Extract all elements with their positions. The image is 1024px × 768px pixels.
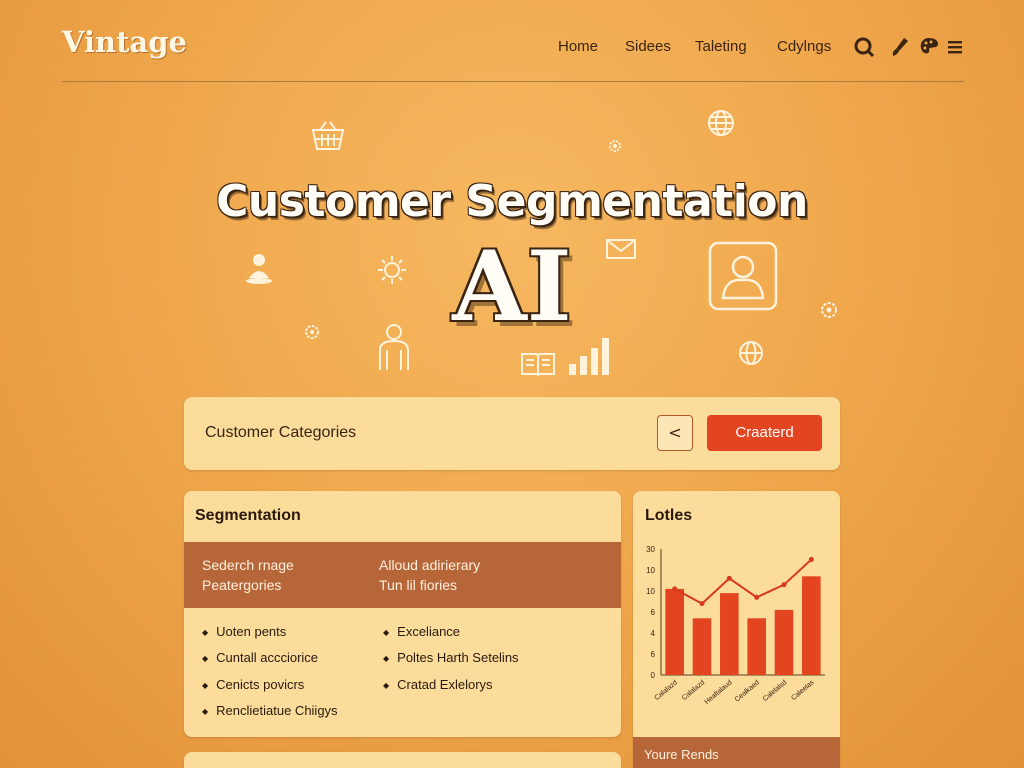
logo[interactable]: Vintage <box>62 25 187 59</box>
create-button[interactable]: Craaterd <box>707 415 822 451</box>
chart-footer-label: Youre Rends <box>644 747 719 762</box>
y-tick-label: 0 <box>651 671 656 680</box>
y-tick-label: 10 <box>646 587 655 596</box>
band-text: Sederch rnage <box>202 557 294 573</box>
nav-home[interactable]: Home <box>558 38 598 58</box>
trend-point <box>672 586 678 592</box>
search-icon[interactable] <box>853 36 875 58</box>
y-tick-label: 30 <box>646 545 655 554</box>
x-tick-label: Calalazd <box>681 679 706 702</box>
list-item[interactable]: Cuntall accciorice <box>202 650 318 665</box>
band-text: Peatergories <box>202 577 282 593</box>
globe-icon <box>739 341 763 365</box>
header-divider <box>62 81 964 82</box>
bar-chart: 3010106460Calalazd CalalazdHealtalaud Ceal… <box>646 545 825 706</box>
segmentation-title: Segmentation <box>195 507 301 524</box>
segmentation-card: Segmentation Sederch rnage Peatergories … <box>184 491 621 737</box>
list-item[interactable]: Renclietiatue Chiigys <box>202 703 337 718</box>
x-tick-label: Cealkaed <box>734 679 761 703</box>
chart-footer: Youre Rends <box>633 737 840 768</box>
trend-point <box>808 557 814 562</box>
hero-title: Customer Segmentation <box>216 176 808 227</box>
hero-subtitle: AI <box>452 230 572 343</box>
chart-bar[interactable] <box>692 618 712 675</box>
nav-taleting[interactable]: Taleting <box>695 38 747 58</box>
basket-icon <box>311 121 345 150</box>
gear-icon <box>609 140 621 152</box>
list-item[interactable]: Uoten pents <box>202 624 286 639</box>
y-tick-label: 6 <box>651 650 656 659</box>
trend-point <box>726 575 732 581</box>
chart-bar[interactable] <box>665 588 684 675</box>
chart-bar[interactable] <box>720 593 739 675</box>
trend-point <box>754 594 760 600</box>
list-item[interactable]: Cratad Exlelorys <box>383 677 492 692</box>
nav-sidees[interactable]: Sidees <box>625 38 671 58</box>
chart-bar[interactable] <box>802 576 821 675</box>
segmentation-band: Sederch rnage Peatergories Alloud adirie… <box>184 542 621 608</box>
x-tick-label: Calalazd <box>654 679 679 702</box>
y-tick-label: 6 <box>651 608 656 617</box>
lower-card <box>184 752 621 768</box>
list-item[interactable]: Cenicts povicrs <box>202 677 304 692</box>
nav-cdylngs[interactable]: Cdylngs <box>777 38 831 58</box>
categories-label: Customer Categories <box>205 424 357 441</box>
y-tick-label: 10 <box>646 566 655 575</box>
palette-icon[interactable] <box>918 36 940 58</box>
chart-bar[interactable] <box>747 618 766 675</box>
band-cell: Alloud adirierary Tun lil fiories <box>379 555 480 595</box>
chart-title: Lotles <box>645 507 693 524</box>
brush-icon[interactable] <box>890 36 912 58</box>
back-button[interactable]: < <box>657 415 693 451</box>
trend-point <box>781 582 787 588</box>
book-icon <box>521 353 555 377</box>
band-text: Alloud adirierary <box>379 557 481 573</box>
list-item[interactable]: Poltes Harth Setelins <box>383 650 518 665</box>
list-item[interactable]: Exceliance <box>383 624 460 639</box>
x-tick-label: Healtalaud <box>703 679 733 706</box>
x-tick-label: Calelalsd <box>762 679 789 703</box>
chart-bar[interactable] <box>774 609 794 675</box>
trend-point <box>699 601 705 607</box>
band-cell: Sederch rnage Peatergories <box>202 555 294 595</box>
chart-card: Lotles 30 10 10 6 4 6 0 Calalazd Calalazd Healtal… <box>633 491 840 768</box>
categories-bar: Customer Categories < Craaterd <box>184 397 840 470</box>
menu-icon[interactable] <box>945 36 967 58</box>
y-tick-label: 4 <box>651 629 656 638</box>
x-tick-label: Caleelas <box>790 679 816 702</box>
trend-line <box>674 558 813 605</box>
globe-icon <box>708 110 734 136</box>
band-text: Tun lil fiories <box>379 577 458 593</box>
